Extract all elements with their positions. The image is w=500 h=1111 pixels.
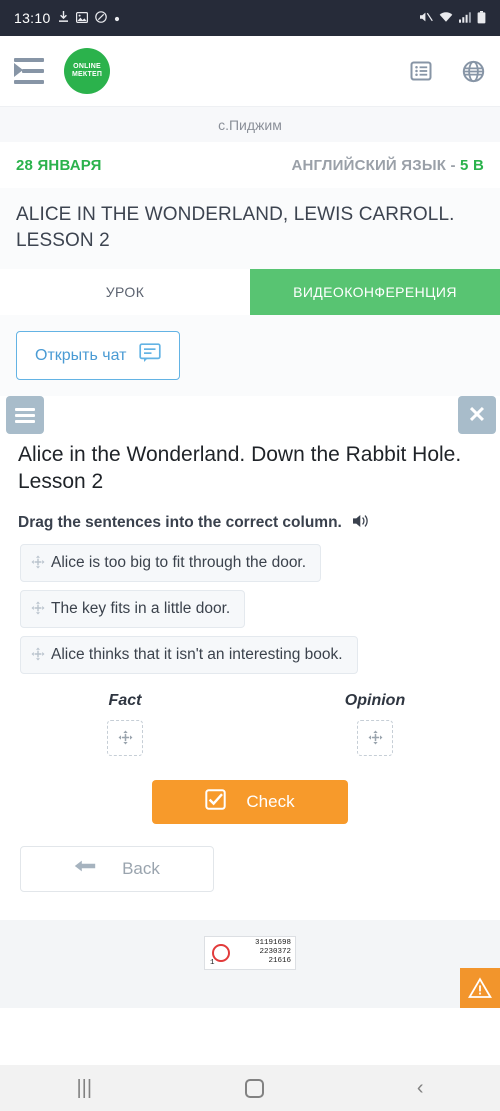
exercise-instruction: Drag the sentences into the correct colu… <box>18 514 342 532</box>
home-icon[interactable] <box>244 1078 264 1098</box>
dot-icon <box>114 12 120 24</box>
globe-icon[interactable] <box>460 58 486 84</box>
image-icon <box>75 11 88 25</box>
warning-triangle-icon[interactable] <box>460 967 500 1008</box>
sentence-text: Alice thinks that it isn't an interestin… <box>51 645 343 663</box>
exercise-title: Alice in the Wonderland. Down the Rabbit… <box>18 443 462 493</box>
counter-value-1: 31191698 <box>254 939 291 948</box>
close-glyph: ✕ <box>467 402 487 428</box>
footer: 31191698 2230372 21616 1 <box>0 919 500 1008</box>
drop-target-icon[interactable] <box>107 719 143 756</box>
logo-line-2: МЕКТЕП <box>71 71 103 78</box>
answer-columns: Fact Opinion <box>0 674 500 756</box>
battery-icon <box>477 10 486 26</box>
download-icon <box>58 11 69 25</box>
sentence-chip[interactable]: Alice is too big to fit through the door… <box>20 543 322 582</box>
back-button[interactable]: Back <box>20 845 214 892</box>
chat-zone: Открыть чат <box>0 315 500 397</box>
school-name: с.Пиджим <box>218 116 282 133</box>
check-button-label: Check <box>246 791 295 811</box>
android-nav-bar: ||| ‹ <box>0 1065 500 1111</box>
hamburger-glyph <box>15 407 35 423</box>
lesson-subject: АНГЛИЙСКИЙ ЯЗЫК - 5 В <box>291 157 484 174</box>
exercise-instruction-row: Drag the sentences into the correct colu… <box>0 507 500 544</box>
sentence-chip-list: Alice is too big to fit through the door… <box>0 543 500 674</box>
status-bar-clock: 13:10 <box>14 10 51 26</box>
speaker-icon[interactable] <box>352 513 371 534</box>
column-opinion: Opinion <box>250 692 500 756</box>
recents-icon[interactable]: ||| <box>76 1077 92 1100</box>
exercise-toolbar: ✕ <box>0 396 500 442</box>
circle-check-icon <box>94 11 107 25</box>
back-button-row: Back <box>0 824 500 892</box>
mute-icon <box>419 11 433 25</box>
column-fact: Fact <box>0 692 250 756</box>
status-bar-left: 13:10 <box>14 10 120 26</box>
counter-value-2: 2230372 <box>259 948 291 957</box>
list-arrow-menu-icon[interactable] <box>14 58 44 84</box>
lesson-meta-row: 28 ЯНВАРЯ АНГЛИЙСКИЙ ЯЗЫК - 5 В <box>0 142 500 188</box>
drop-target-icon[interactable] <box>357 719 393 756</box>
sentence-chip[interactable]: The key fits in a little door. <box>20 589 246 628</box>
counter-value-3: 21616 <box>268 957 291 966</box>
counter-corner-value: 1 <box>210 958 215 967</box>
back-button-label: Back <box>122 858 160 878</box>
move-arrows-icon <box>31 555 45 571</box>
move-arrows-icon <box>31 601 45 617</box>
page-title: ALICE IN THE WONDERLAND, LEWIS CARROLL. … <box>0 188 500 270</box>
close-icon[interactable]: ✕ <box>458 396 496 435</box>
logo-line-1: ONLINE <box>73 62 101 70</box>
app-header-actions <box>408 58 486 84</box>
liveinternet-counter[interactable]: 31191698 2230372 21616 1 <box>204 935 296 970</box>
exercise-panel: ✕ Alice in the Wonderland. Down the Rabb… <box>0 396 500 902</box>
tab-videokonferenciya[interactable]: ВИДЕОКОНФЕРЕНЦИЯ <box>250 269 500 316</box>
tab-urok[interactable]: УРОК <box>0 269 250 316</box>
phone-screen: 13:10 ONLINE МЕКТЕП с.Пиджим 28 ЯНВАРЯ А… <box>0 0 500 1111</box>
class-grade: 5 В <box>460 156 484 174</box>
check-button-row: Check <box>0 756 500 824</box>
menu-arrow-glyph <box>14 63 23 77</box>
check-button[interactable]: Check <box>152 779 348 824</box>
status-bar: 13:10 <box>0 0 500 36</box>
sentence-text: The key fits in a little door. <box>51 599 231 617</box>
sentence-chip[interactable]: Alice thinks that it isn't an interestin… <box>20 635 358 674</box>
lesson-tabs: УРОК ВИДЕОКОНФЕРЕНЦИЯ <box>0 269 500 316</box>
move-arrows-icon <box>31 647 45 663</box>
chat-bubble-icon <box>138 343 161 368</box>
checkbox-icon <box>205 789 227 815</box>
online-mektep-logo[interactable]: ONLINE МЕКТЕП <box>64 48 110 94</box>
wifi-icon <box>439 11 453 25</box>
column-title: Opinion <box>344 691 406 709</box>
back-chevron-icon[interactable]: ‹ <box>417 1077 424 1100</box>
app-header: ONLINE МЕКТЕП <box>0 36 500 106</box>
column-title: Fact <box>108 691 142 709</box>
status-bar-right <box>419 10 486 26</box>
open-chat-label: Открыть чат <box>35 346 127 364</box>
lesson-date: 28 ЯНВАРЯ <box>16 156 102 174</box>
arrow-left-icon <box>74 858 96 879</box>
sentence-text: Alice is too big to fit through the door… <box>51 553 307 571</box>
counter-values: 31191698 2230372 21616 <box>234 939 291 966</box>
signal-icon <box>459 11 471 25</box>
list-icon[interactable] <box>408 58 434 84</box>
school-name-strip: с.Пиджим <box>0 106 500 142</box>
open-chat-button[interactable]: Открыть чат <box>16 331 180 381</box>
hamburger-icon[interactable] <box>6 396 44 435</box>
subject-name: АНГЛИЙСКИЙ ЯЗЫК - <box>291 156 461 174</box>
